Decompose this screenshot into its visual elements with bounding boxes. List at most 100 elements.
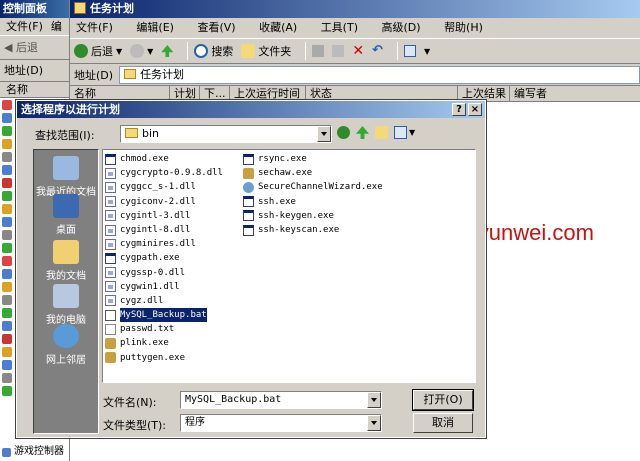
- file-item[interactable]: passwd.txt: [105, 322, 223, 336]
- place-my-documents[interactable]: 我的文档: [34, 240, 98, 282]
- place-my-computer[interactable]: 我的电脑: [34, 284, 98, 326]
- file-item[interactable]: ssh-keyscan.exe: [243, 223, 383, 237]
- place-desktop[interactable]: 桌面: [34, 194, 98, 236]
- file-item[interactable]: cygintl-3.dll: [105, 209, 223, 223]
- file-item[interactable]: cygcrypto-0.9.8.dll: [105, 166, 223, 180]
- column-last-result[interactable]: 上次结果: [458, 86, 510, 101]
- column-next-run[interactable]: 下...: [200, 86, 230, 101]
- cp-item-icon[interactable]: [2, 256, 12, 266]
- cp-item-icon[interactable]: [2, 100, 12, 110]
- new-folder-icon[interactable]: [375, 126, 388, 139]
- chevron-down-icon[interactable]: [367, 392, 381, 408]
- file-item[interactable]: cygiconv-2.dll: [105, 195, 223, 209]
- cp-item-icon[interactable]: [2, 126, 12, 136]
- file-item[interactable]: cygpath.exe: [105, 251, 223, 265]
- cp-item-icon[interactable]: [2, 295, 12, 305]
- cp-item-icon[interactable]: [2, 152, 12, 162]
- file-item[interactable]: chmod.exe: [105, 152, 223, 166]
- column-last-run[interactable]: 上次运行时间: [230, 86, 306, 101]
- column-name[interactable]: 名称: [70, 86, 170, 101]
- column-status[interactable]: 状态: [306, 86, 458, 101]
- copy-to-icon[interactable]: [332, 45, 345, 57]
- move-to-icon[interactable]: [312, 45, 325, 57]
- cp-item-icon[interactable]: [2, 308, 12, 318]
- file-item[interactable]: cygwin1.dll: [105, 280, 223, 294]
- file-item[interactable]: MySQL_Backup.bat: [105, 308, 223, 323]
- help-button[interactable]: ?: [452, 103, 466, 116]
- cp-item-icon[interactable]: [2, 243, 12, 253]
- cp-item-icon[interactable]: [2, 386, 12, 396]
- cp-menu-file[interactable]: 文件(F): [6, 20, 43, 33]
- cp-back-button[interactable]: ◀ 后退: [4, 41, 38, 54]
- cp-item-icon[interactable]: [2, 321, 12, 331]
- views-icon[interactable]: [403, 45, 416, 57]
- menu-favorites[interactable]: 收藏(A): [259, 21, 297, 34]
- chevron-down-icon[interactable]: ▼: [424, 47, 430, 56]
- file-item[interactable]: rsync.exe: [243, 152, 383, 166]
- file-item[interactable]: ssh-keygen.exe: [243, 209, 383, 223]
- folders-button[interactable]: 文件夹: [241, 41, 291, 61]
- cp-item-icon[interactable]: [2, 191, 12, 201]
- undo-icon[interactable]: ↶: [372, 44, 383, 57]
- menu-view[interactable]: 查看(V): [197, 21, 235, 34]
- cp-item-icon[interactable]: [2, 230, 12, 240]
- place-network[interactable]: 网上邻居: [34, 324, 98, 366]
- cp-item-icon[interactable]: [2, 269, 12, 279]
- menu-advanced[interactable]: 高级(D): [382, 21, 421, 34]
- filename-label: 文件名(N):: [103, 396, 157, 409]
- column-schedule[interactable]: 计划: [170, 86, 200, 101]
- cancel-button[interactable]: 取消: [413, 413, 473, 433]
- cp-item-icon[interactable]: [2, 373, 12, 383]
- up-folder-icon[interactable]: [356, 126, 369, 139]
- chevron-down-icon[interactable]: [367, 415, 381, 431]
- file-item[interactable]: cygminires.dll: [105, 237, 223, 251]
- open-button[interactable]: 打开(O): [412, 389, 474, 411]
- file-item[interactable]: SecureChannelWizard.exe: [243, 180, 383, 194]
- filetype-select[interactable]: 程序: [180, 414, 382, 432]
- menu-tools[interactable]: 工具(T): [321, 21, 358, 34]
- file-name: chmod.exe: [120, 154, 169, 164]
- file-item[interactable]: sechaw.exe: [243, 166, 383, 180]
- menu-file[interactable]: 文件(F): [76, 21, 113, 34]
- cp-item-icon[interactable]: [2, 178, 12, 188]
- look-in-dropdown[interactable]: bin: [120, 125, 332, 143]
- cp-item-icon[interactable]: [2, 334, 12, 344]
- filename-input[interactable]: MySQL_Backup.bat: [180, 391, 382, 409]
- chevron-down-icon[interactable]: ▼: [409, 128, 415, 137]
- cp-item-icon[interactable]: [2, 165, 12, 175]
- dll-icon: [105, 224, 116, 236]
- cp-item-icon[interactable]: [2, 282, 12, 292]
- cp-item-icon[interactable]: [2, 347, 12, 357]
- column-creator[interactable]: 编写者: [510, 86, 640, 101]
- filetype-label: 文件类型(T):: [103, 419, 167, 432]
- chevron-down-icon: ▼: [147, 46, 154, 56]
- file-item[interactable]: puttygen.exe: [105, 351, 223, 365]
- up-folder-icon[interactable]: [161, 45, 174, 57]
- menu-edit[interactable]: 编辑(E): [136, 21, 174, 34]
- forward-button[interactable]: ▼: [130, 41, 153, 61]
- cp-item-icon[interactable]: [2, 360, 12, 370]
- back-button[interactable]: 后退 ▼: [74, 41, 122, 61]
- cp-item-icon[interactable]: [2, 217, 12, 227]
- file-item[interactable]: cygintl-8.dll: [105, 223, 223, 237]
- file-item[interactable]: cygssp-0.dll: [105, 266, 223, 280]
- file-item[interactable]: cygz.dll: [105, 294, 223, 308]
- close-button[interactable]: ×: [468, 103, 482, 116]
- menu-help[interactable]: 帮助(H): [444, 21, 483, 34]
- cp-column-name[interactable]: 名称: [0, 82, 69, 98]
- views-icon[interactable]: [394, 126, 407, 139]
- address-input[interactable]: 任务计划: [119, 65, 640, 84]
- file-item[interactable]: plink.exe: [105, 336, 223, 350]
- cp-item-game-controllers[interactable]: 游戏控制器: [2, 445, 64, 459]
- cp-item-icon[interactable]: [2, 113, 12, 123]
- cp-item-icon[interactable]: [2, 204, 12, 214]
- search-button[interactable]: 搜索: [194, 41, 233, 61]
- cp-item-icon[interactable]: [2, 139, 12, 149]
- place-recent-documents[interactable]: 我最近的文档: [34, 156, 98, 198]
- file-item[interactable]: cyggcc_s-1.dll: [105, 180, 223, 194]
- cp-menu-edit[interactable]: 编: [51, 20, 62, 33]
- chevron-down-icon[interactable]: [317, 126, 331, 142]
- back-arrow-icon[interactable]: [337, 126, 350, 139]
- delete-icon[interactable]: ✕: [352, 44, 364, 58]
- file-item[interactable]: ssh.exe: [243, 195, 383, 209]
